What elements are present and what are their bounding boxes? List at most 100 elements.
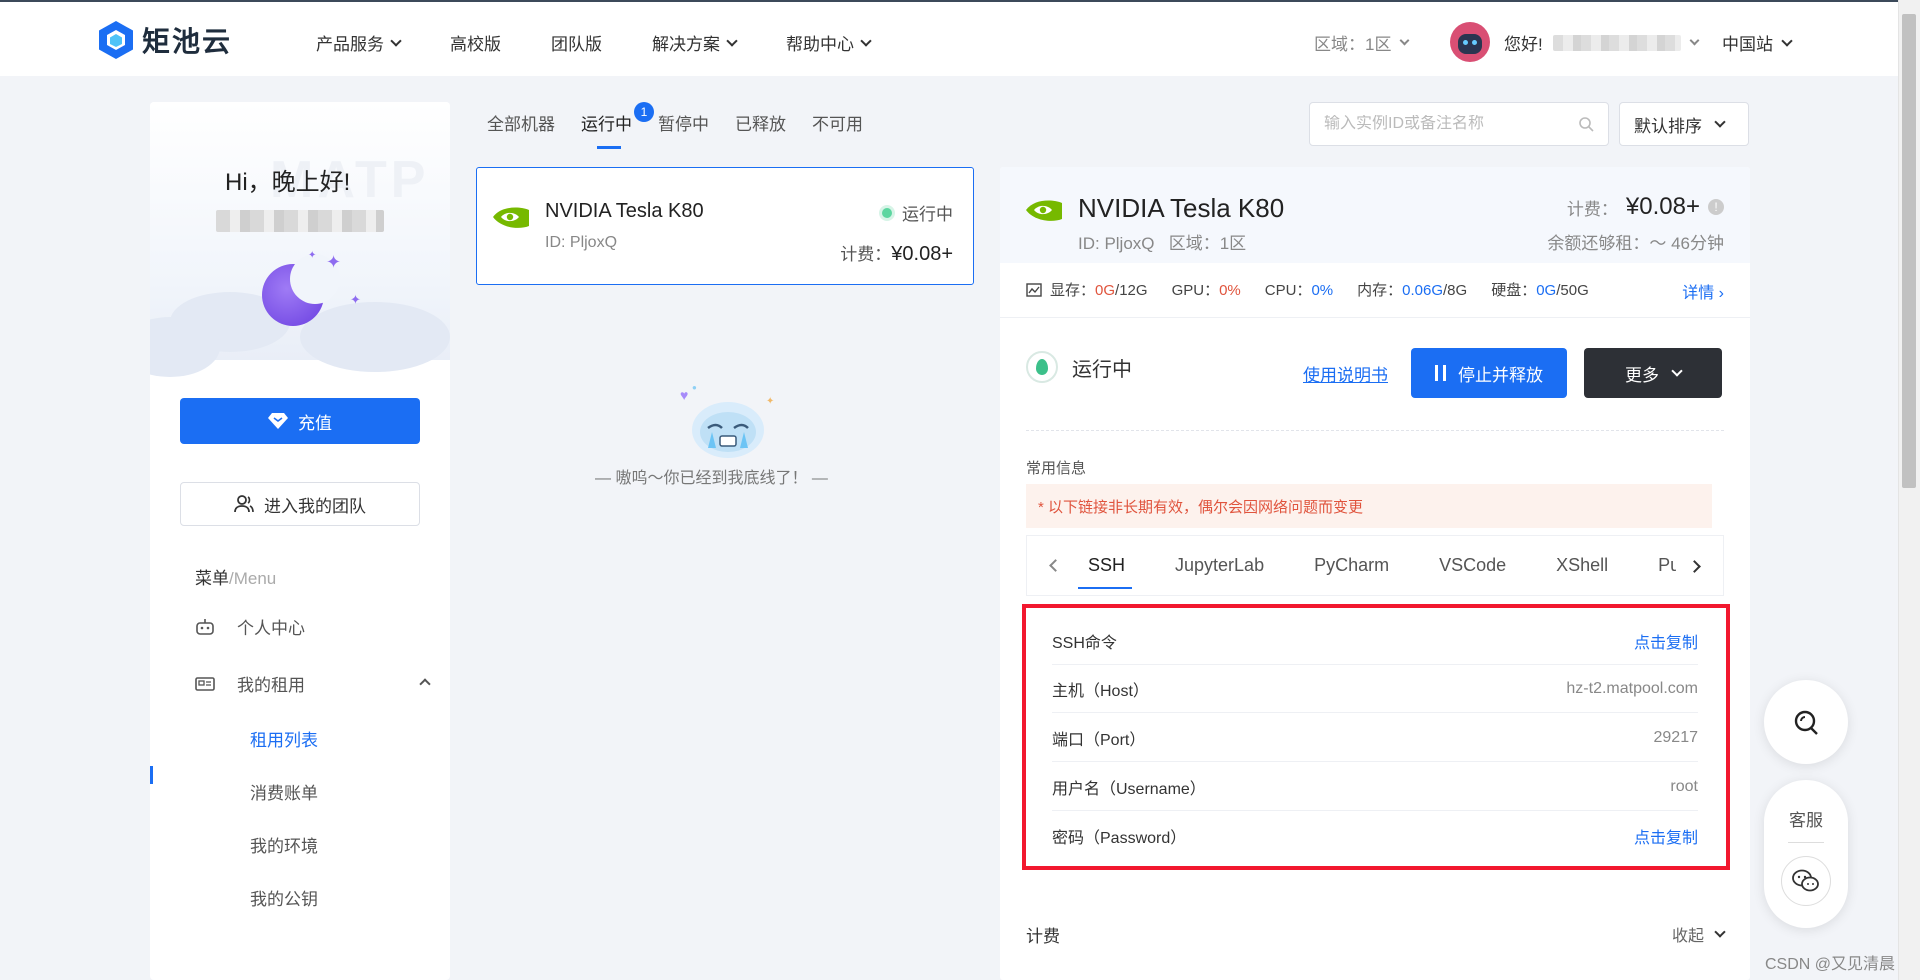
detail-id: ID: PljoxQ bbox=[1078, 234, 1155, 253]
logo-hexagon-icon bbox=[99, 21, 133, 59]
svg-text:♥: ♥ bbox=[680, 387, 688, 403]
tabs-scroll-right[interactable] bbox=[1688, 558, 1701, 576]
more-label: 更多 bbox=[1625, 365, 1659, 385]
sort-label: 默认排序 bbox=[1634, 116, 1702, 136]
tab-all-machines[interactable]: 全部机器 bbox=[487, 110, 555, 135]
dashed-divider bbox=[1026, 430, 1724, 431]
logo-text: 矩池云 bbox=[142, 26, 233, 57]
metric-vram: 显存：0G/12G bbox=[1050, 279, 1148, 300]
divider bbox=[1026, 595, 1724, 596]
tab-released[interactable]: 已释放 bbox=[735, 110, 786, 135]
status-text: 运行中 bbox=[902, 205, 953, 224]
detail-meta: ID: PljoxQ 区域：1区 bbox=[1078, 229, 1246, 254]
avatar-eye bbox=[1472, 40, 1477, 45]
user-menu[interactable]: 您好! bbox=[1504, 30, 1700, 55]
drop-shape bbox=[1036, 359, 1048, 375]
submenu-my-public-key[interactable]: 我的公钥 bbox=[250, 885, 318, 910]
detail-price: 计费： ¥0.08+! bbox=[1567, 193, 1724, 221]
run-status: 运行中 bbox=[1026, 351, 1132, 383]
enter-team-button[interactable]: 进入我的团队 bbox=[180, 482, 420, 526]
resource-metrics: 显存：0G/12G GPU：0% CPU：0% 内存：0.06G/8G 硬盘：0… bbox=[1026, 279, 1589, 300]
end-of-list-text: — 嗷呜～你已经到我底线了！ — bbox=[595, 470, 828, 487]
ssh-row-password: 密码（Password） 点击复制 bbox=[1052, 812, 1698, 860]
sort-dropdown[interactable]: 默认排序 bbox=[1619, 102, 1749, 146]
site-selector[interactable]: 中国站 bbox=[1722, 30, 1793, 55]
metrics-details-link[interactable]: 详情 › bbox=[1682, 279, 1724, 303]
team-label: 进入我的团队 bbox=[264, 496, 366, 516]
chevron-down-icon bbox=[1714, 116, 1726, 128]
logo[interactable]: 矩池云 bbox=[98, 20, 232, 60]
tab-vscode[interactable]: VSCode bbox=[1439, 555, 1506, 576]
customer-service-widget[interactable]: 客服 bbox=[1764, 780, 1848, 928]
metric-used: 0G bbox=[1536, 282, 1557, 299]
user-manual-link[interactable]: 使用说明书 bbox=[1303, 361, 1388, 386]
tab-pycharm[interactable]: PyCharm bbox=[1314, 555, 1389, 576]
instance-card[interactable]: NVIDIA Tesla K80 ID: PljoxQ 运行中 计费：¥0.08… bbox=[476, 167, 974, 285]
nav-products[interactable]: 产品服务 bbox=[316, 30, 402, 55]
nav-team[interactable]: 团队版 bbox=[551, 30, 602, 55]
collapse-label: 收起 bbox=[1671, 928, 1704, 945]
tab-ssh[interactable]: SSH bbox=[1077, 555, 1133, 589]
metric-gpu: GPU：0% bbox=[1172, 279, 1241, 300]
instance-search-box[interactable] bbox=[1309, 102, 1609, 146]
tab-unavailable[interactable]: 不可用 bbox=[812, 110, 863, 135]
star-icon: ✦ bbox=[308, 250, 317, 261]
tab-xshell[interactable]: XShell bbox=[1556, 555, 1608, 576]
ssh-row-host: 主机（Host） hz-t2.matpool.com bbox=[1052, 665, 1698, 713]
search-icon bbox=[1794, 710, 1818, 735]
run-status-text: 运行中 bbox=[1072, 358, 1132, 381]
price-value: ¥0.08+ bbox=[1625, 193, 1700, 220]
submenu-rental-list[interactable]: 租用列表 bbox=[250, 726, 318, 751]
monitor-chart-icon bbox=[1026, 282, 1042, 297]
copy-link[interactable]: 点击复制 bbox=[1634, 824, 1698, 848]
search-input[interactable] bbox=[1324, 115, 1578, 133]
region-selector[interactable]: 区域：1区 bbox=[1314, 30, 1410, 55]
more-actions-button[interactable]: 更多 bbox=[1584, 348, 1722, 398]
submenu-my-environment[interactable]: 我的环境 bbox=[250, 832, 318, 857]
running-dot bbox=[882, 207, 892, 218]
floating-search-button[interactable] bbox=[1764, 680, 1848, 764]
scrollbar-thumb[interactable] bbox=[1902, 14, 1916, 488]
common-info-label: 常用信息 bbox=[1026, 460, 1087, 477]
wechat-button[interactable] bbox=[1781, 856, 1831, 906]
chevron-down-icon bbox=[726, 34, 738, 47]
region-label: 区域：1区 bbox=[1314, 35, 1392, 54]
recharge-button[interactable]: 充值 bbox=[180, 398, 420, 444]
nav-solutions[interactable]: 解决方案 bbox=[652, 30, 738, 55]
menu-item-personal-center[interactable]: 个人中心 bbox=[195, 614, 305, 639]
info-icon[interactable]: ! bbox=[1708, 199, 1724, 215]
chevron-left-icon[interactable] bbox=[1049, 559, 1062, 572]
tab-running[interactable]: 运行中 1 bbox=[581, 102, 654, 149]
nav-university[interactable]: 高校版 bbox=[450, 30, 501, 55]
copy-link[interactable]: 点击复制 bbox=[1634, 629, 1698, 653]
metric-label: 显存： bbox=[1050, 282, 1096, 299]
nav-label: 帮助中心 bbox=[786, 35, 854, 54]
nav-help[interactable]: 帮助中心 bbox=[786, 30, 872, 55]
row-value: root bbox=[1670, 777, 1698, 795]
submenu-billing[interactable]: 消费账单 bbox=[250, 779, 318, 804]
price-prefix: 计费： bbox=[840, 245, 892, 264]
divider bbox=[1000, 317, 1750, 318]
greeting-title: Hi，晚上好! bbox=[225, 169, 351, 196]
svg-text:●: ● bbox=[692, 384, 697, 392]
avatar[interactable] bbox=[1450, 22, 1490, 62]
fee-section-title: 计费 bbox=[1026, 927, 1060, 946]
tab-truncated[interactable]: Pu bbox=[1658, 555, 1676, 576]
menu-item-my-rentals[interactable]: 我的租用 bbox=[195, 671, 431, 696]
robot-icon bbox=[196, 618, 214, 635]
team-icon bbox=[234, 495, 254, 513]
collapse-toggle[interactable]: 收起 bbox=[1671, 922, 1726, 946]
detail-region: 区域：1区 bbox=[1168, 234, 1247, 253]
chevron-down-icon bbox=[1689, 35, 1700, 46]
row-value: 29217 bbox=[1653, 728, 1699, 746]
tab-jupyterlab[interactable]: JupyterLab bbox=[1175, 555, 1264, 576]
rental-card-icon bbox=[195, 676, 215, 691]
stop-release-button[interactable]: 停止并释放 bbox=[1411, 348, 1567, 398]
tab-paused[interactable]: 暂停中 bbox=[658, 110, 709, 135]
menu-item-label: 我的租用 bbox=[237, 676, 305, 695]
ssh-row-username: 用户名（Username） root bbox=[1052, 763, 1698, 811]
chevron-down-icon bbox=[1671, 365, 1683, 377]
search-icon[interactable] bbox=[1578, 116, 1594, 132]
csdn-watermark: CSDN @又见清晨 bbox=[1765, 956, 1896, 973]
metric-label: CPU： bbox=[1264, 282, 1312, 299]
